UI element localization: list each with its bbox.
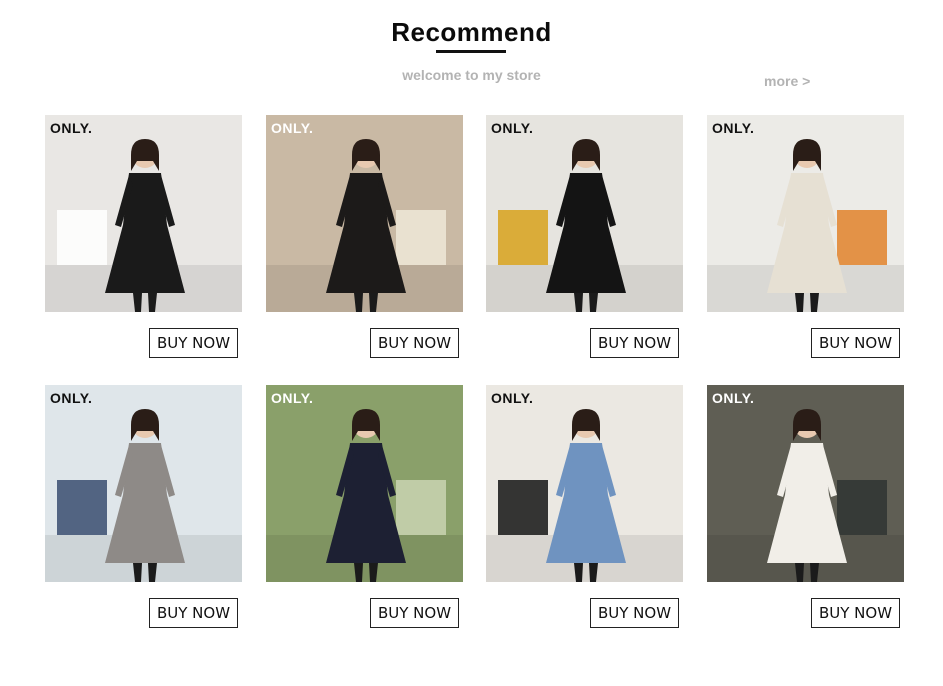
product-card: ONLY. BUY NOW xyxy=(707,115,904,365)
buy-now-button[interactable]: BUY NOW xyxy=(590,328,679,358)
product-card: ONLY. BUY NOW xyxy=(486,115,683,365)
buy-now-button[interactable]: BUY NOW xyxy=(590,598,679,628)
product-image[interactable]: ONLY. xyxy=(486,385,683,582)
model-photo-icon xyxy=(486,409,683,582)
model-photo-icon xyxy=(707,409,904,582)
product-image[interactable]: ONLY. xyxy=(45,115,242,312)
buy-now-button[interactable]: BUY NOW xyxy=(811,328,900,358)
buy-now-button[interactable]: BUY NOW xyxy=(149,328,238,358)
brand-logo: ONLY. xyxy=(50,390,93,406)
product-card: ONLY. BUY NOW xyxy=(45,115,242,365)
model-photo-icon xyxy=(45,409,242,582)
product-image[interactable]: ONLY. xyxy=(45,385,242,582)
model-photo-icon xyxy=(707,139,904,312)
buy-now-button[interactable]: BUY NOW xyxy=(370,598,459,628)
section-title: Recommend xyxy=(391,17,552,47)
brand-logo: ONLY. xyxy=(491,390,534,406)
model-photo-icon xyxy=(266,409,463,582)
product-card: ONLY. BUY NOW xyxy=(266,115,463,365)
buy-now-button[interactable]: BUY NOW xyxy=(149,598,238,628)
model-photo-icon xyxy=(486,139,683,312)
brand-logo: ONLY. xyxy=(491,120,534,136)
product-image[interactable]: ONLY. xyxy=(486,115,683,312)
product-card: ONLY. BUY NOW xyxy=(707,385,904,635)
more-link[interactable]: more > xyxy=(764,72,810,90)
product-image[interactable]: ONLY. xyxy=(266,385,463,582)
buy-now-button[interactable]: BUY NOW xyxy=(370,328,459,358)
model-photo-icon xyxy=(266,139,463,312)
brand-logo: ONLY. xyxy=(271,390,314,406)
model-photo-icon xyxy=(45,139,242,312)
product-image[interactable]: ONLY. xyxy=(707,115,904,312)
product-image[interactable]: ONLY. xyxy=(266,115,463,312)
brand-logo: ONLY. xyxy=(50,120,93,136)
product-card: ONLY. BUY NOW xyxy=(486,385,683,635)
title-underline xyxy=(436,50,506,53)
product-card: ONLY. BUY NOW xyxy=(266,385,463,635)
brand-logo: ONLY. xyxy=(271,120,314,136)
brand-logo: ONLY. xyxy=(712,390,755,406)
product-image[interactable]: ONLY. xyxy=(707,385,904,582)
brand-logo: ONLY. xyxy=(712,120,755,136)
section-header: Recommend welcome to my store more > xyxy=(0,0,943,110)
buy-now-button[interactable]: BUY NOW xyxy=(811,598,900,628)
product-card: ONLY. BUY NOW xyxy=(45,385,242,635)
recommend-page: Recommend welcome to my store more > ONL… xyxy=(0,0,943,686)
